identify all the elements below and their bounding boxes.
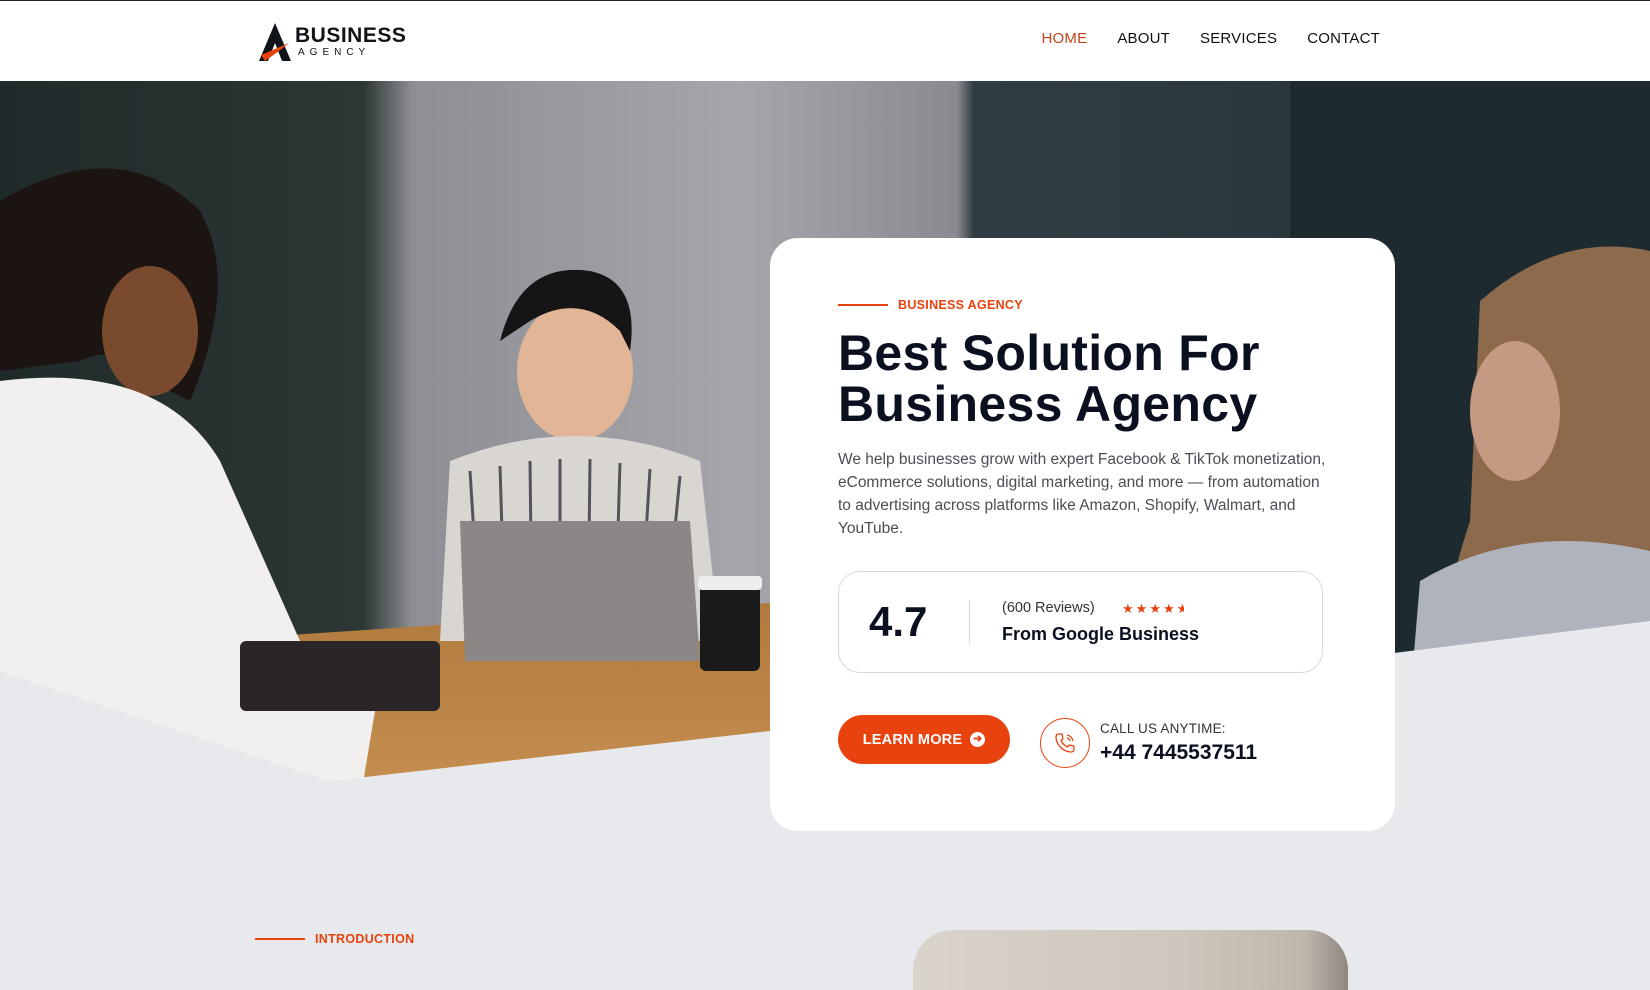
hero-eyebrow-label: BUSINESS AGENCY	[898, 298, 1023, 312]
rating-source: From Google Business	[1002, 624, 1200, 644]
main-nav: HOME ABOUT SERVICES CONTACT	[1042, 30, 1380, 47]
call-us[interactable]: CALL US ANYTIME: +44 7445537511	[1038, 716, 1298, 772]
star-icon: ★	[1162, 601, 1177, 616]
rating-stars: ★★★★★	[1122, 601, 1184, 617]
brand-tagline: AGENCY	[298, 47, 371, 58]
brand-logo[interactable]: BUSINESS AGENCY	[255, 21, 407, 63]
rating-divider	[969, 600, 970, 644]
logo-mark-icon	[259, 23, 291, 61]
hero-eyebrow: BUSINESS AGENCY	[838, 298, 1023, 312]
rating-box: 4.7 (600 Reviews) ★★★★★ From Google Busi…	[838, 571, 1323, 673]
hero-title: Best Solution For Business Agency	[838, 325, 1260, 432]
nav-item-home[interactable]: HOME	[1042, 30, 1088, 47]
intro-eyebrow: INTRODUCTION	[255, 932, 414, 946]
rating-score: 4.7	[869, 598, 928, 645]
phone-icon	[1040, 718, 1090, 768]
brand-name: BUSINESS	[295, 24, 407, 47]
intro-image	[913, 930, 1348, 990]
star-icon: ★	[1149, 601, 1163, 616]
half-star-icon: ★	[1177, 601, 1184, 617]
learn-more-label: LEARN MORE	[862, 731, 963, 748]
nav-item-about[interactable]: ABOUT	[1117, 30, 1170, 47]
site-header: BUSINESS AGENCY HOME ABOUT SERVICES CONT…	[0, 1, 1650, 81]
hero-card: BUSINESS AGENCY Best Solution For Busine…	[770, 238, 1395, 831]
eyebrow-line	[255, 938, 305, 940]
eyebrow-line	[838, 304, 888, 306]
arrow-right-circle-icon: ➜	[970, 732, 986, 747]
learn-more-button[interactable]: LEARN MORE ➜	[838, 715, 1010, 764]
nav-item-contact[interactable]: CONTACT	[1307, 30, 1380, 47]
star-icon: ★	[1135, 601, 1150, 616]
nav-item-services[interactable]: SERVICES	[1200, 30, 1277, 47]
intro-eyebrow-label: INTRODUCTION	[315, 932, 415, 946]
call-label: CALL US ANYTIME:	[1100, 721, 1226, 736]
star-icon: ★	[1122, 601, 1136, 616]
hero-description: We help businesses grow with expert Face…	[838, 451, 1326, 537]
rating-count: (600 Reviews)	[1002, 600, 1095, 616]
call-number: +44 7445537511	[1100, 741, 1258, 764]
